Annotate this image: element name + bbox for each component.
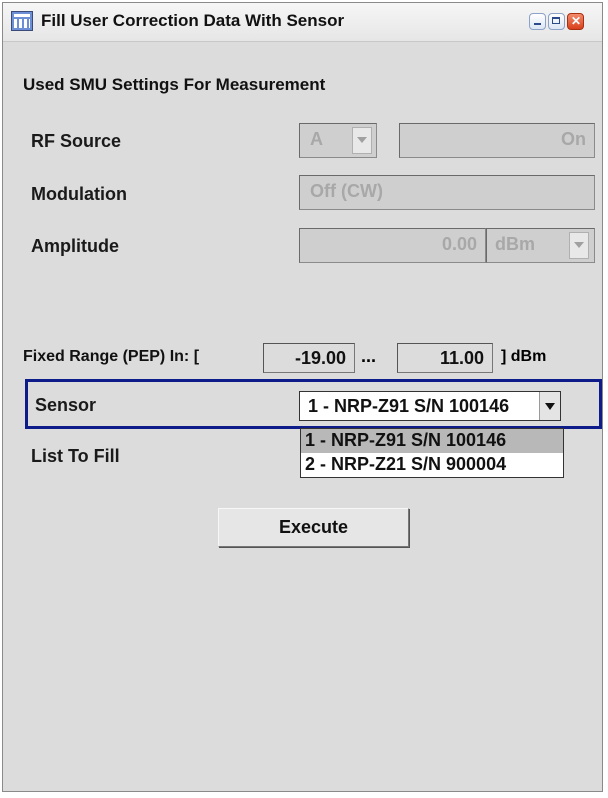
- chevron-down-icon: [569, 232, 589, 259]
- sensor-dropdown-list: 1 - NRP-Z91 S/N 100146 2 - NRP-Z21 S/N 9…: [300, 428, 564, 478]
- sensor-option[interactable]: 2 - NRP-Z21 S/N 900004: [301, 453, 563, 477]
- sensor-option[interactable]: 1 - NRP-Z91 S/N 100146: [301, 429, 563, 453]
- execute-button[interactable]: Execute: [218, 508, 409, 547]
- sensor-selected-value: 1 - NRP-Z91 S/N 100146: [308, 396, 510, 416]
- amplitude-label: Amplitude: [31, 236, 119, 256]
- fixed-range-label: Fixed Range (PEP) In: [: [23, 348, 200, 365]
- maximize-icon[interactable]: [548, 13, 565, 30]
- chevron-down-icon[interactable]: [539, 392, 560, 420]
- modulation-field: Off (CW): [299, 175, 595, 210]
- dialog-window: Fill User Correction Data With Sensor Us…: [2, 2, 603, 792]
- close-icon[interactable]: [567, 13, 584, 30]
- modulation-label: Modulation: [31, 184, 127, 204]
- range-max-value: 11.00: [439, 348, 484, 368]
- amplitude-value: 0.00: [441, 234, 477, 254]
- rf-source-path-value: A: [310, 129, 323, 149]
- chevron-down-icon: [352, 127, 372, 154]
- range-unit: ] dBm: [501, 348, 547, 365]
- amplitude-unit: dBm: [495, 234, 535, 254]
- window-title: Fill User Correction Data With Sensor: [41, 11, 345, 30]
- list-to-fill-label: List To Fill: [31, 446, 120, 466]
- range-separator: ...: [361, 346, 377, 366]
- rf-source-state-field: On: [399, 123, 595, 158]
- range-min-value: -19.00: [294, 348, 346, 368]
- title-bar[interactable]: Fill User Correction Data With Sensor: [3, 3, 602, 42]
- sensor-label: Sensor: [35, 395, 97, 415]
- rf-source-state-value: On: [561, 129, 586, 149]
- app-icon: [11, 11, 33, 31]
- amplitude-field: 0.00: [299, 228, 486, 263]
- modulation-value: Off (CW): [310, 181, 383, 201]
- rf-source-label: RF Source: [31, 131, 122, 151]
- section-title: Used SMU Settings For Measurement: [23, 75, 326, 94]
- amplitude-unit-select: dBm: [486, 228, 595, 263]
- range-min-field[interactable]: -19.00: [263, 343, 355, 373]
- rf-source-path-select: A: [299, 123, 377, 158]
- sensor-select[interactable]: 1 - NRP-Z91 S/N 100146: [299, 391, 561, 421]
- range-max-field[interactable]: 11.00: [397, 343, 493, 373]
- minimize-icon[interactable]: [529, 13, 546, 30]
